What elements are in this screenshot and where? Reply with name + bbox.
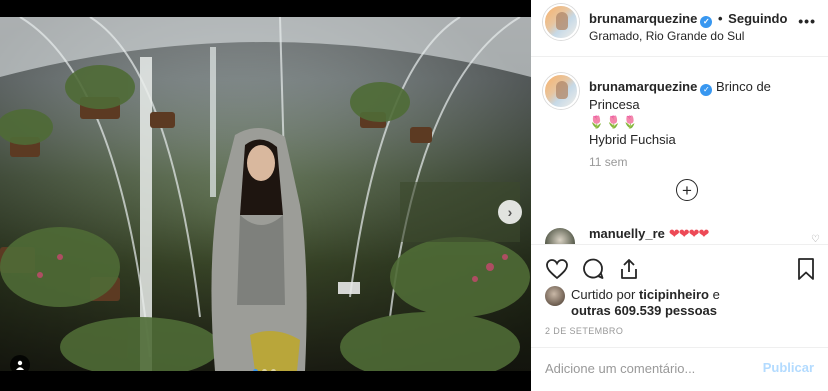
post-date[interactable]: 2 DE SETEMBRO (545, 326, 623, 336)
comment-like-icon[interactable]: ♡ (811, 234, 820, 244)
likes-count-link[interactable]: outras 609.539 pessoas (571, 303, 717, 318)
load-more-comments-button[interactable]: + (676, 179, 698, 201)
comment-item: manuelly_re ❤❤❤❤ ♡ (531, 224, 828, 244)
author-username[interactable]: brunamarquezine (589, 11, 697, 26)
verified-badge-icon: ✓ (700, 16, 713, 28)
liker-username[interactable]: ticipinheiro (639, 287, 709, 302)
location-link[interactable]: Gramado, Rio Grande do Sul (589, 29, 744, 43)
carousel-indicator (253, 369, 276, 371)
more-options-icon[interactable]: ••• (798, 13, 816, 29)
post-sidebar: brunamarquezine ✓ • Seguindo Gramado, Rio… (531, 0, 828, 391)
author-avatar[interactable] (543, 4, 579, 40)
caption-text: brunamarquezine ✓ Brinco de Princesa 🌷🌷🌷 … (589, 78, 809, 148)
caption-line2: Hybrid Fuchsia (589, 132, 676, 147)
person-figure (211, 127, 307, 371)
comment-input[interactable] (545, 361, 745, 376)
carousel-dot (262, 369, 267, 371)
post-photo (0, 17, 531, 371)
share-icon[interactable] (617, 257, 641, 281)
bookmark-icon[interactable] (794, 257, 818, 281)
caption-timestamp: 11 sem (589, 155, 628, 169)
caption-author-avatar[interactable] (543, 73, 579, 109)
post-photo-pane[interactable]: › (0, 17, 531, 371)
carousel-dot (271, 369, 276, 371)
post-actions: Curtido por ticipinheiro e outras 609.53… (531, 244, 828, 391)
comment-text: manuelly_re ❤❤❤❤ (589, 226, 710, 242)
person-icon (16, 360, 24, 370)
liker-avatar[interactable] (545, 286, 565, 306)
likes-prefix: Curtido por (571, 287, 636, 302)
likes-text: Curtido por ticipinheiro e outras 609.53… (571, 287, 821, 319)
commenter-avatar[interactable] (545, 228, 575, 244)
commenter-username[interactable]: manuelly_re (589, 226, 665, 241)
caption-username[interactable]: brunamarquezine (589, 79, 697, 94)
next-slide-button[interactable]: › (498, 200, 522, 224)
tulip-emoji: 🌷🌷🌷 (589, 115, 640, 129)
plus-icon: + (682, 180, 692, 200)
verified-badge-icon: ✓ (700, 84, 713, 96)
comment-body: ❤❤❤❤ (668, 226, 710, 241)
chevron-right-icon: › (507, 204, 513, 220)
header-separator: • (717, 11, 723, 26)
carousel-dot (253, 369, 258, 371)
following-button[interactable]: Seguindo (728, 11, 787, 26)
heart-icon[interactable] (545, 257, 569, 281)
publish-button[interactable]: Publicar (763, 360, 814, 375)
comment-bubble-icon[interactable] (581, 257, 605, 281)
user-tags-button[interactable] (10, 355, 30, 371)
author-line: brunamarquezine ✓ • Seguindo (589, 11, 787, 28)
likes-conjunction: e (712, 287, 720, 302)
post-header: brunamarquezine ✓ • Seguindo Gramado, Rio… (531, 0, 828, 57)
add-comment-bar: Publicar (531, 347, 828, 391)
